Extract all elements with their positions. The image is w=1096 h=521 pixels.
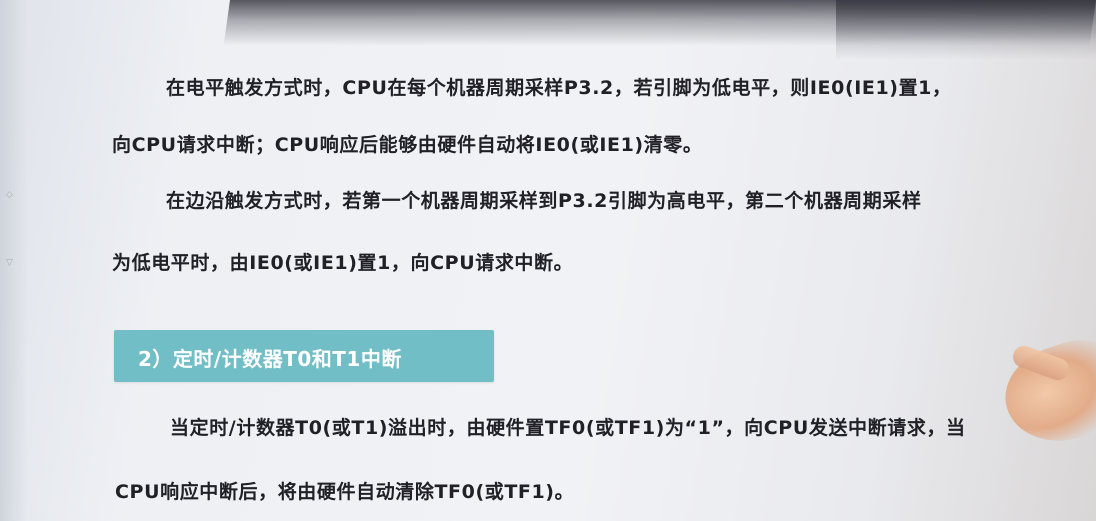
section-heading-box: 2）定时/计数器T0和T1中断 xyxy=(114,330,494,382)
presenter-hand xyxy=(993,328,1096,457)
paragraph-level-trigger-line-2: 向CPU请求中断；CPU响应后能够由硬件自动将IE0(或IE1)清零。 xyxy=(112,134,703,156)
paragraph-timer-line-2: CPU响应中断后，将由硬件自动清除TF0(或TF1)。 xyxy=(115,481,575,503)
faint-left-mark: ▽ xyxy=(6,258,13,268)
paragraph-level-trigger-line-1: 在电平触发方式时，CPU在每个机器周期采样P3.2，若引脚为低电平，则IE0(I… xyxy=(166,77,952,99)
paragraph-edge-trigger-line-1: 在边沿触发方式时，若第一个机器周期采样到P3.2引脚为高电平，第二个机器周期采样 xyxy=(166,190,922,212)
paragraph-timer-line-1: 当定时/计数器T0(或T1)溢出时，由硬件置TF0(或TF1)为“1”，向CPU… xyxy=(170,417,966,439)
section-heading: 2）定时/计数器T0和T1中断 xyxy=(138,347,402,371)
slide-left-edge xyxy=(0,0,28,521)
faint-left-mark: ◇ xyxy=(6,190,13,200)
top-right-shadow xyxy=(836,0,1096,60)
paragraph-edge-trigger-line-2: 为低电平时，由IE0(或IE1)置1，向CPU请求中断。 xyxy=(112,252,574,274)
